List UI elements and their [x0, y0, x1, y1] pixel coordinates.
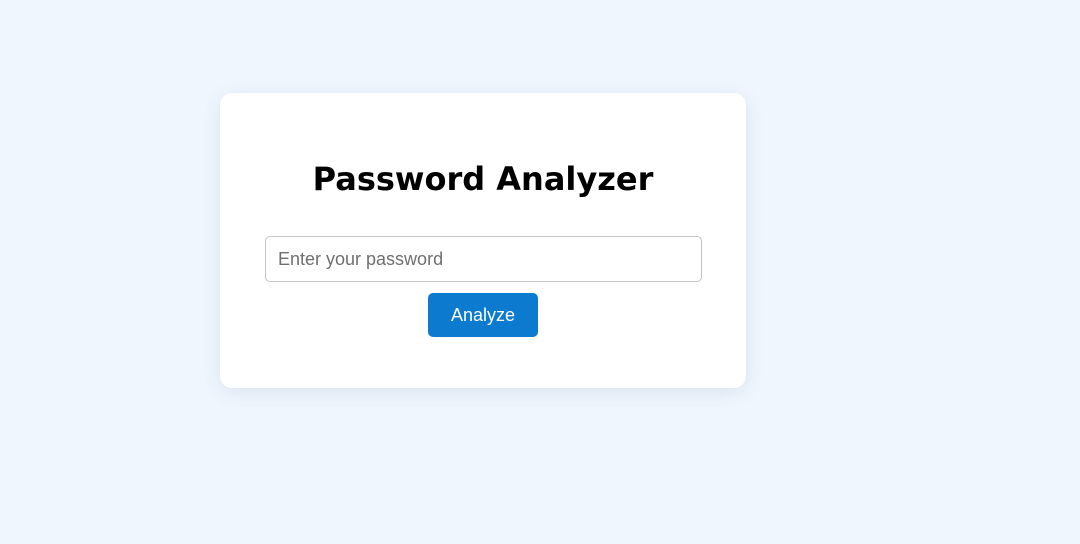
analyze-button[interactable]: Analyze: [428, 293, 538, 337]
page-title: Password Analyzer: [312, 160, 654, 198]
page: Password Analyzer Analyze: [0, 0, 1080, 544]
password-analyzer-card: Password Analyzer Analyze: [220, 93, 746, 388]
password-input[interactable]: [265, 236, 702, 282]
